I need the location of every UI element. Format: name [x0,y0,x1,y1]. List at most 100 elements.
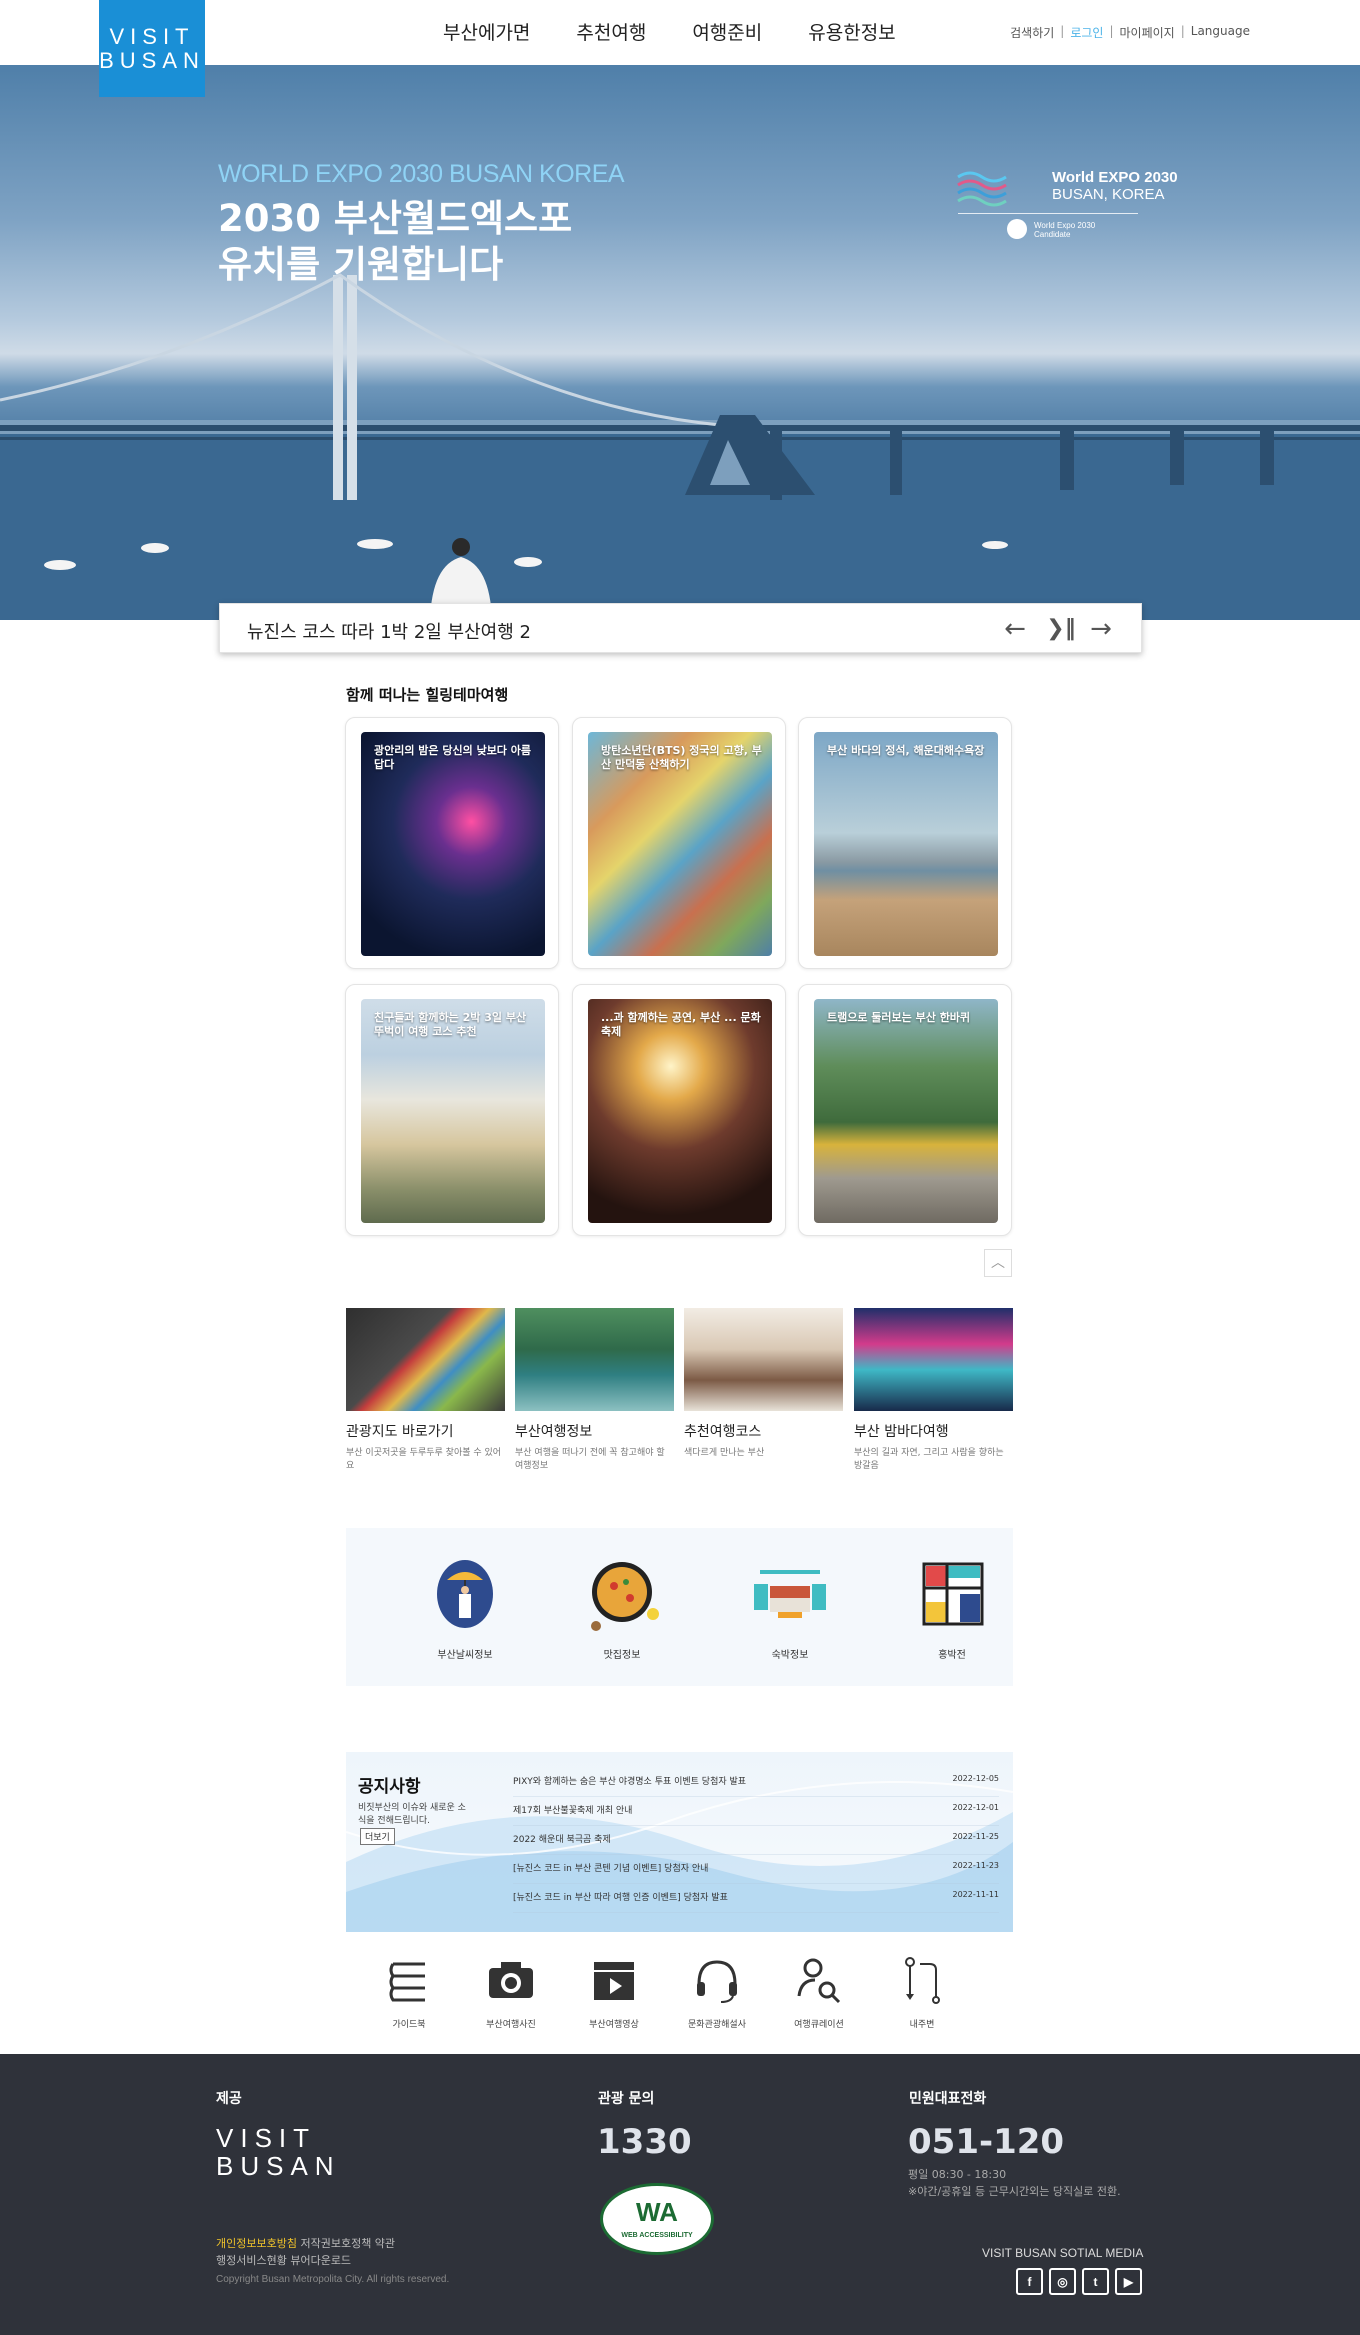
visit-busan-logo[interactable]: VISIT BUSAN [99,0,205,97]
section-title-healing: 함께 떠나는 힐링테마여행 [346,686,509,704]
privacy-policy-link[interactable]: 개인정보보호방침 [216,2237,297,2250]
thumb-title: 부산여행정보 [515,1424,593,1440]
thumb-desc: 부산 이곳저곳을 두루두루 찾아볼 수 있어요 [346,1448,502,1471]
quick-thumb-map[interactable]: 관광지도 바로가기 부산 이곳저곳을 두루두루 찾아볼 수 있어요 [346,1308,505,1473]
notice-date: 2022-12-01 [952,1803,1000,1812]
info-restaurants[interactable]: 맛집정보 [557,1554,687,1661]
hero-slide-bar: 뉴진스 코스 따라 1박 2일 부산여행 2 ← ❯‖ → [219,603,1142,653]
card-image: 트램으로 둘러보는 부산 한바퀴 [814,999,998,1223]
thumb-title: 부산 밤바다여행 [854,1424,949,1440]
notice-item[interactable]: 제17회 부산불꽃축제 개최 안내 2022-12-01 [513,1797,999,1826]
login-link[interactable]: 로그인 [1070,24,1103,41]
quick-thumb-night-sea[interactable]: 부산 밤바다여행 부산의 길과 자연, 그리고 사람을 향하는 방갈음 [854,1308,1013,1473]
card-caption: 방탄소년단(BTS) 정국의 고향, 부산 만덕동 산책하기 [601,744,762,771]
card-image: 부산 바다의 정석, 해운대해수욕장 [814,732,998,956]
thumb-title: 추천여행코스 [684,1424,762,1440]
slide-caption[interactable]: 뉴진스 코스 따라 1박 2일 부산여행 2 [247,618,531,644]
card-image: 친구들과 함께하는 2박 3일 부산 뚜벅이 여행 코스 추천 [361,999,545,1223]
weather-umbrella-icon [437,1560,493,1628]
guidebook-icon [389,1962,425,2002]
language-link[interactable]: Language [1191,24,1250,41]
info-label: 숙박정보 [771,1650,809,1661]
info-lodging[interactable]: 숙박정보 [725,1554,855,1661]
instagram-icon[interactable]: ◎ [1049,2268,1076,2295]
mypage-link[interactable]: 마이페이지 [1120,24,1175,41]
youtube-icon[interactable]: ▶ [1115,2268,1142,2295]
nav-item-busan[interactable]: 부산에가면 [443,18,530,45]
card-caption: 부산 바다의 정석, 해운대해수욕장 [827,744,985,757]
bed-icon [754,1570,826,1618]
world-expo-logo: World EXPO 2030 BUSAN, KOREA World Expo … [952,165,1178,245]
notice-item[interactable]: PIXY와 함께하는 숨은 부산 야경명소 투표 이벤트 당첨자 발표 2022-… [513,1768,999,1797]
card-caption: 트램으로 둘러보는 부산 한바퀴 [827,1011,971,1024]
footer-logo[interactable]: VISIT BUSAN [216,2124,341,2180]
theme-card[interactable]: 트램으로 둘러보는 부산 한바퀴 [798,984,1012,1236]
info-label: 부산날씨정보 [437,1650,493,1661]
quick-guidebook[interactable]: 가이드북 [364,1954,454,2030]
quick-nearby[interactable]: 내주변 [877,1954,967,2030]
thumb-desc: 부산의 길과 자연, 그리고 사람을 향하는 방갈음 [854,1448,1004,1471]
theme-card[interactable]: ...과 함께하는 공연, 부산 ... 문화축제 [572,984,786,1236]
nav-item-prepare[interactable]: 여행준비 [692,18,762,45]
route-icon [905,1957,940,2004]
footer-provide-title: 제공 [216,2091,242,2107]
social-title: VISIT BUSAN SOTIAL MEDIA [982,2246,1144,2260]
theme-card[interactable]: 친구들과 함께하는 2박 3일 부산 뚜벅이 여행 코스 추천 [345,984,559,1236]
pause-icon[interactable]: ❯‖ [1046,614,1076,644]
logo-line1: VISIT [109,23,195,49]
quick-label: 가이드북 [392,2020,426,2030]
nav-item-recommended[interactable]: 추천여행 [576,18,646,45]
site-header: VISIT BUSAN 부산에가면 추천여행 여행준비 유용한정보 검색하기 | … [0,0,1360,97]
info-weather[interactable]: 부산날씨정보 [400,1554,530,1661]
footer-hours: 평일 08:30 - 18:30 ※야간/공휴일 등 근무시간외는 당직실로 전… [908,2168,1121,2198]
globe-icon [1007,219,1027,239]
quick-label: 부산여행영상 [589,2020,639,2030]
prev-arrow-icon[interactable]: ← [1000,614,1030,644]
notice-item[interactable]: 2022 해운대 북극곰 축제 2022-11-25 [513,1826,999,1855]
person-search-icon [797,1958,841,2004]
notice-item[interactable]: [뉴진스 코드 in 부산 콘텐 기념 이벤트] 당첨자 안내 2022-11-2… [513,1855,999,1884]
notice-item[interactable]: [뉴진스 코드 in 부산 따라 여행 인증 이벤트] 당첨자 발표 2022-1… [513,1884,999,1913]
quick-photos[interactable]: 부산여행사진 [466,1954,556,2030]
quick-curation[interactable]: 여행큐레이션 [774,1954,864,2030]
bridge-illustration [0,273,1360,620]
theme-card[interactable]: 광안리의 밤은 당신의 낮보다 아름답다 [345,717,559,969]
facebook-icon[interactable]: f [1016,2268,1043,2295]
quick-label: 문화관광해설사 [688,2020,746,2030]
expo-wave-icon [957,171,1007,207]
copyright-policy-link[interactable]: 저작권보호정책 약관 [300,2237,395,2250]
notice-subtitle: 비짓부산의 이슈와 새로운 소식을 전해드립니다. [358,1803,466,1826]
nav-item-useful-info[interactable]: 유용한정보 [808,18,895,45]
quick-thumb-travel-info[interactable]: 부산여행정보 부산 여행을 떠나기 전에 꼭 참고해야 할 여행정보 [515,1308,674,1473]
logo-line2: BUSAN [99,47,205,73]
search-link[interactable]: 검색하기 [1010,24,1054,41]
card-image: ...과 함께하는 공연, 부산 ... 문화축제 [588,999,772,1223]
theme-card[interactable]: 방탄소년단(BTS) 정국의 고향, 부산 만덕동 산책하기 [572,717,786,969]
hero-title-line2: 유치를 기원합니다 [218,243,504,286]
theme-card[interactable]: 부산 바다의 정석, 해운대해수욕장 [798,717,1012,969]
next-arrow-icon[interactable]: → [1086,614,1116,644]
expo-name-line2: BUSAN, KOREA [1052,186,1165,203]
expo-candidate: World Expo 2030 Candidate [1034,221,1096,239]
thumb-desc: 색다르게 만나는 부산 [684,1448,765,1458]
notice-list: PIXY와 함께하는 숨은 부산 야경명소 투표 이벤트 당첨자 발표 2022-… [513,1768,999,1913]
notice-more-button[interactable]: 더보기 [360,1828,395,1845]
quick-guide-service[interactable]: 문화관광해설사 [672,1954,762,2030]
camera-icon [489,1962,533,1998]
thumb-image [854,1308,1013,1411]
footer-rep-number: 051-120 [908,2122,1065,2162]
service-status-link[interactable]: 행정서비스현황 뷰어다운로드 [216,2252,395,2269]
card-image: 방탄소년단(BTS) 정국의 고향, 부산 만덕동 산책하기 [588,732,772,956]
quick-label: 내주변 [909,2020,935,2030]
card-image: 광안리의 밤은 당신의 낮보다 아름답다 [361,732,545,956]
twitter-icon[interactable]: t [1082,2268,1109,2295]
notice-date: 2022-11-11 [952,1890,1000,1899]
main-nav: 부산에가면 추천여행 여행준비 유용한정보 [443,18,896,45]
thumb-image [684,1308,843,1411]
info-museum[interactable]: 홍박전 [887,1554,1017,1661]
notice-date: 2022-12-05 [952,1774,1000,1783]
quick-videos[interactable]: 부산여행영상 [569,1954,659,2030]
hero-eyebrow: WORLD EXPO 2030 BUSAN KOREA [218,160,625,188]
scroll-up-icon[interactable]: ︿ [984,1249,1012,1277]
quick-thumb-course[interactable]: 추천여행코스 색다르게 만나는 부산 [684,1308,843,1460]
